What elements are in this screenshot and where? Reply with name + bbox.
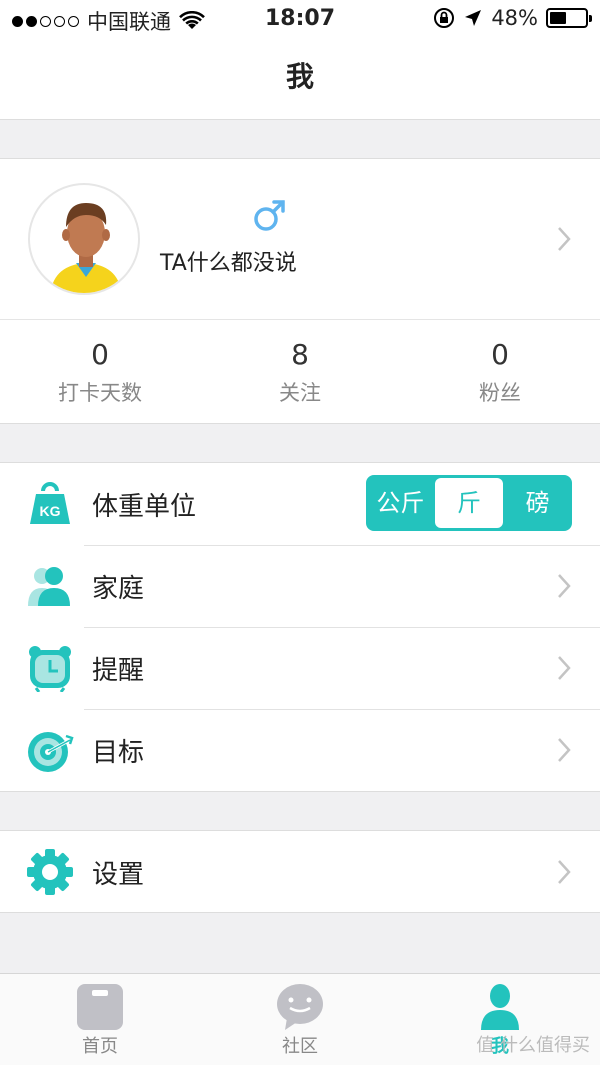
stat-following[interactable]: 8 关注 <box>200 320 400 423</box>
stats-row: 0 打卡天数 8 关注 0 粉丝 <box>0 320 600 424</box>
male-icon <box>254 200 285 231</box>
status-right: 48% <box>433 6 592 30</box>
profile-card[interactable]: TA什么都没说 <box>0 158 600 320</box>
chevron-right-icon <box>558 738 571 762</box>
home-scale-icon <box>77 984 123 1030</box>
menu-item-settings[interactable]: 设置 <box>0 830 600 913</box>
weight-kg-icon: KG <box>30 482 70 524</box>
tab-home[interactable]: 首页 <box>0 974 200 1065</box>
menu-item-family[interactable]: 家庭 <box>0 545 600 627</box>
stat-followers[interactable]: 0 粉丝 <box>400 320 600 423</box>
rotation-lock-icon <box>434 8 455 28</box>
watermark: 值 什么值得买 <box>476 1035 590 1056</box>
page-title: 我 <box>285 60 314 93</box>
person-icon <box>481 984 519 1030</box>
avatar[interactable] <box>28 183 140 295</box>
menu-item-goal[interactable]: 目标 <box>0 709 600 791</box>
stat-value: 0 <box>91 338 109 371</box>
avatar-illustration <box>50 203 122 293</box>
chevron-right-icon <box>558 574 571 598</box>
menu-item-reminder[interactable]: 提醒 <box>0 627 600 709</box>
tab-community[interactable]: 社区 <box>200 974 400 1065</box>
chevron-right-icon <box>558 860 571 884</box>
stat-value: 8 <box>291 338 309 371</box>
unit-option-lb[interactable]: 磅 <box>503 477 572 529</box>
battery-icon <box>546 8 592 28</box>
nav-bar: 我 <box>0 40 600 120</box>
status-bar: 中国联通 18:07 48% <box>0 0 600 40</box>
weight-icon-text: KG <box>40 503 61 519</box>
menu-label-settings: 设置 <box>92 860 145 890</box>
tab-bar: 首页 社区 我 值 什么值得买 <box>0 973 600 1065</box>
menu-label-weight-unit: 体重单位 <box>92 492 197 522</box>
menu-list: KG 体重单位 公斤 斤 磅 家庭 提醒 目标 <box>0 462 600 792</box>
menu-item-weight-unit: KG 体重单位 公斤 斤 磅 <box>0 463 600 545</box>
stat-label: 粉丝 <box>479 381 521 405</box>
stat-label: 关注 <box>279 381 321 405</box>
tab-label: 社区 <box>282 1036 318 1057</box>
target-icon <box>28 732 74 772</box>
menu-label-reminder: 提醒 <box>92 656 145 686</box>
location-arrow-icon <box>465 10 482 26</box>
unit-option-jin[interactable]: 斤 <box>434 478 504 528</box>
stat-checkin-days[interactable]: 0 打卡天数 <box>0 320 200 423</box>
chevron-right-icon <box>558 656 571 680</box>
alarm-clock-icon <box>29 646 71 692</box>
menu-label-family: 家庭 <box>92 574 145 604</box>
profile-signature: TA什么都没说 <box>160 251 297 276</box>
stat-value: 0 <box>491 338 509 371</box>
stat-label: 打卡天数 <box>58 381 142 405</box>
weight-unit-toggle[interactable]: 公斤 斤 磅 <box>366 475 572 531</box>
menu-label-goal: 目标 <box>92 738 145 768</box>
family-icon <box>28 567 70 606</box>
chevron-right-icon <box>558 227 571 251</box>
tab-label: 首页 <box>82 1036 118 1057</box>
battery-percent: 48% <box>491 6 538 30</box>
gear-icon <box>27 849 73 895</box>
unit-option-kg[interactable]: 公斤 <box>366 477 435 529</box>
chat-bubble-icon <box>277 984 323 1030</box>
